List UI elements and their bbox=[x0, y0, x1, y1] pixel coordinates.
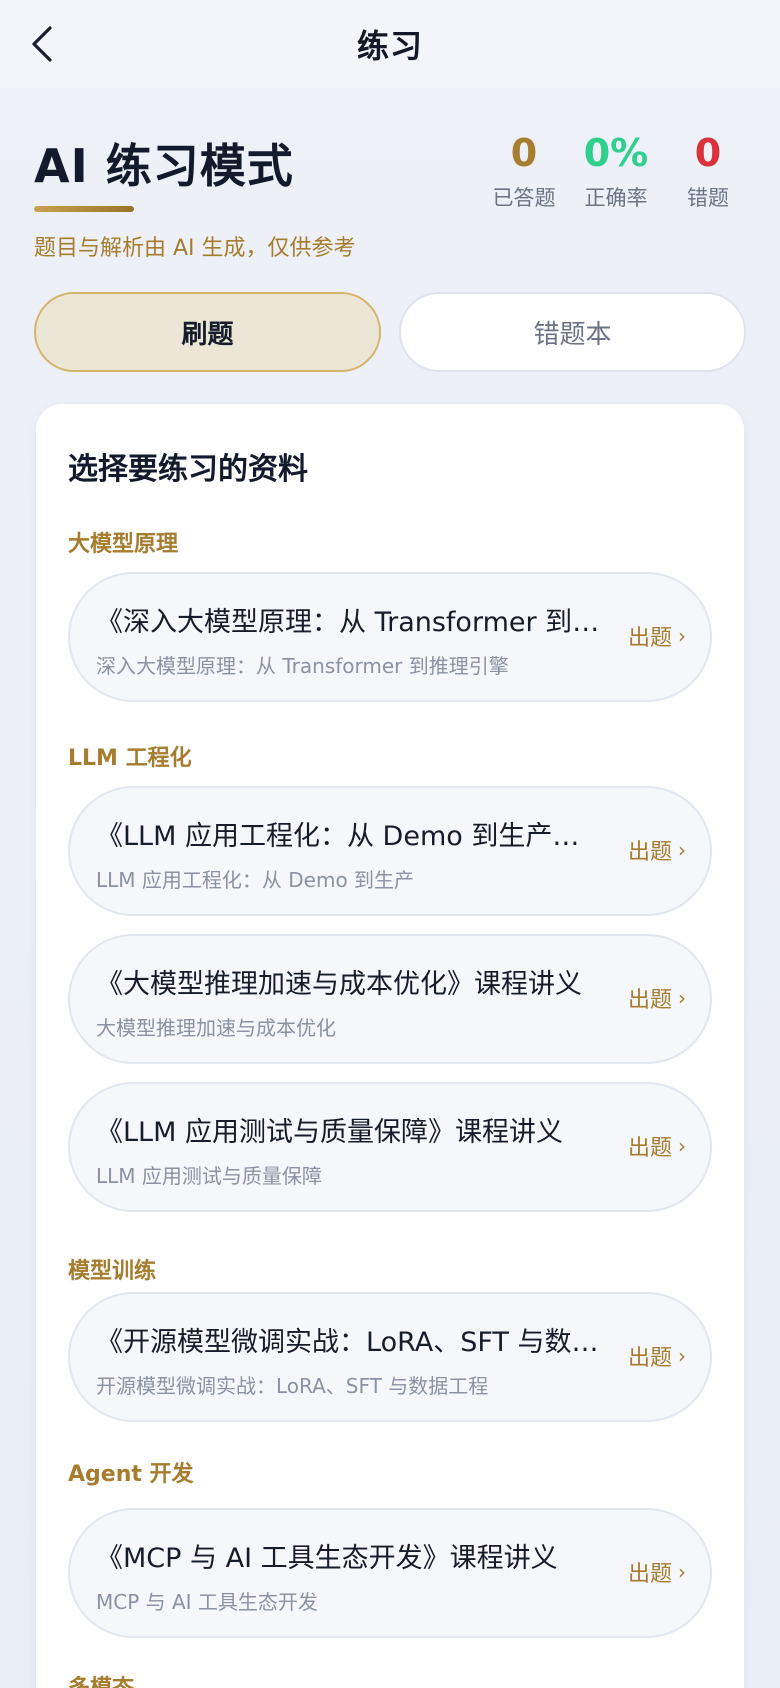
generate-button[interactable]: 出题 › bbox=[628, 982, 686, 1014]
list-item[interactable]: 《大模型推理加速与成本优化》课程讲义 大模型推理加速与成本优化 出题 › bbox=[68, 934, 712, 1064]
item-title: 《开源模型微调实战：LoRA、SFT 与数据工程》课程讲义 bbox=[96, 1327, 606, 1358]
section-label: Agent 开发 bbox=[68, 1462, 194, 1487]
generate-label: 出题 bbox=[627, 1136, 672, 1161]
section-label: 多模态 bbox=[68, 1670, 134, 1688]
stat-wrong: 0 错题 bbox=[662, 130, 754, 212]
stat-accuracy: 0% 正确率 bbox=[570, 130, 662, 212]
chevron-right-icon: › bbox=[678, 986, 686, 1010]
chevron-right-icon: › bbox=[678, 838, 686, 862]
list-item[interactable]: 《MCP 与 AI 工具生态开发》课程讲义 MCP 与 AI 工具生态开发 出题… bbox=[68, 1508, 712, 1638]
generate-button[interactable]: 出题 › bbox=[628, 1340, 686, 1372]
tab-practice[interactable]: 刷题 bbox=[34, 292, 381, 372]
item-title: 《大模型推理加速与成本优化》课程讲义 bbox=[96, 969, 582, 1000]
chevron-left-icon bbox=[32, 26, 52, 62]
generate-button[interactable]: 出题 › bbox=[628, 834, 686, 866]
generate-label: 出题 bbox=[627, 1346, 672, 1371]
section-label: LLM 工程化 bbox=[68, 746, 192, 771]
stat-label: 错题 bbox=[687, 186, 729, 210]
chevron-right-icon: › bbox=[678, 1560, 686, 1584]
item-subtitle: MCP 与 AI 工具生态开发 bbox=[96, 1590, 318, 1614]
title-underline bbox=[34, 206, 134, 212]
item-subtitle: 大模型推理加速与成本优化 bbox=[96, 1016, 336, 1040]
generate-label: 出题 bbox=[627, 1562, 672, 1587]
section-label: 大模型原理 bbox=[68, 532, 179, 557]
page-title: 练习 bbox=[356, 27, 423, 65]
stat-value: 0 bbox=[694, 131, 722, 175]
generate-label: 出题 bbox=[627, 626, 672, 651]
list-item[interactable]: 《LLM 应用工程化：从 Demo 到生产》课程讲义 LLM 应用工程化：从 D… bbox=[68, 786, 712, 916]
stat-value: 0 bbox=[510, 131, 538, 175]
material-card: 选择要练习的资料 大模型原理 《深入大模型原理：从 Transformer 到推… bbox=[36, 404, 744, 1688]
chevron-right-icon: › bbox=[678, 1344, 686, 1368]
chevron-right-icon: › bbox=[678, 1134, 686, 1158]
item-title: 《MCP 与 AI 工具生态开发》课程讲义 bbox=[96, 1543, 558, 1574]
generate-label: 出题 bbox=[627, 988, 672, 1013]
practice-page: 练习 AI 练习模式 题目与解析由 AI 生成，仅供参考 0 已答题 0% 正确… bbox=[0, 0, 780, 1688]
stats-panel: 0 已答题 0% 正确率 0 错题 bbox=[478, 130, 754, 212]
mode-title: AI 练习模式 bbox=[34, 139, 294, 193]
stat-label: 已答题 bbox=[492, 186, 556, 210]
generate-button[interactable]: 出题 › bbox=[628, 620, 686, 652]
nav-bar: 练习 bbox=[0, 0, 780, 88]
list-item[interactable]: 《深入大模型原理：从 Transformer 到推理引擎》课程讲义 深入大模型原… bbox=[68, 572, 712, 702]
list-item[interactable]: 《开源模型微调实战：LoRA、SFT 与数据工程》课程讲义 开源模型微调实战：L… bbox=[68, 1292, 712, 1422]
item-title: 《LLM 应用工程化：从 Demo 到生产》课程讲义 bbox=[96, 821, 606, 852]
item-subtitle: 深入大模型原理：从 Transformer 到推理引擎 bbox=[96, 654, 509, 678]
item-subtitle: LLM 应用测试与质量保障 bbox=[96, 1164, 322, 1188]
section-label: 模型训练 bbox=[68, 1259, 157, 1284]
generate-button[interactable]: 出题 › bbox=[628, 1130, 686, 1162]
item-subtitle: LLM 应用工程化：从 Demo 到生产 bbox=[96, 868, 415, 892]
tab-wrong-book[interactable]: 错题本 bbox=[399, 292, 746, 372]
stat-label: 正确率 bbox=[584, 186, 648, 210]
mode-tabs: 刷题 错题本 bbox=[34, 292, 746, 372]
stat-answered: 0 已答题 bbox=[478, 130, 570, 212]
chevron-right-icon: › bbox=[678, 624, 686, 648]
mode-subtitle: 题目与解析由 AI 生成，仅供参考 bbox=[34, 236, 356, 261]
card-title: 选择要练习的资料 bbox=[68, 452, 308, 487]
stat-value: 0% bbox=[583, 131, 649, 175]
generate-label: 出题 bbox=[627, 840, 672, 865]
generate-button[interactable]: 出题 › bbox=[628, 1556, 686, 1588]
list-item[interactable]: 《LLM 应用测试与质量保障》课程讲义 LLM 应用测试与质量保障 出题 › bbox=[68, 1082, 712, 1212]
item-title: 《LLM 应用测试与质量保障》课程讲义 bbox=[96, 1117, 563, 1148]
back-button[interactable] bbox=[18, 20, 66, 68]
practice-header: AI 练习模式 题目与解析由 AI 生成，仅供参考 0 已答题 0% 正确率 0… bbox=[34, 130, 754, 270]
item-title: 《深入大模型原理：从 Transformer 到推理引擎》课程讲义 bbox=[96, 607, 606, 638]
item-subtitle: 开源模型微调实战：LoRA、SFT 与数据工程 bbox=[96, 1374, 489, 1398]
